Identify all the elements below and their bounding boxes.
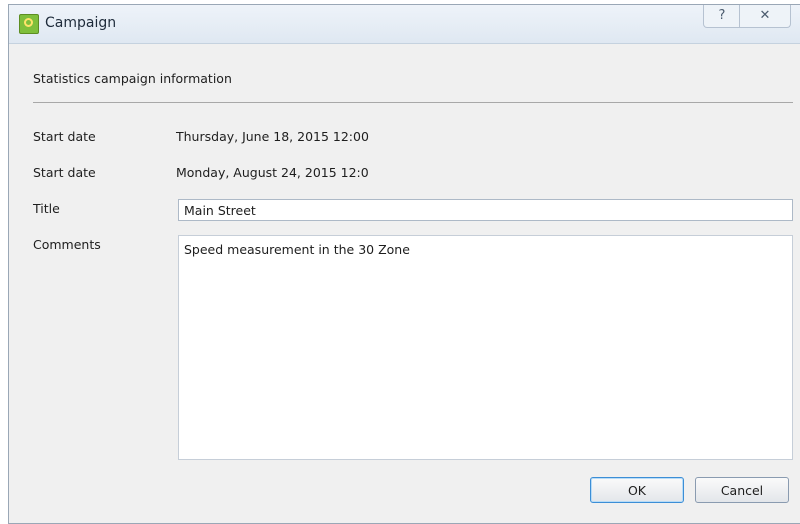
help-button[interactable]: ? bbox=[703, 5, 741, 28]
close-button[interactable]: ✕ bbox=[739, 5, 791, 28]
campaign-dialog: Campaign ? ✕ Statistics campaign informa… bbox=[8, 4, 800, 524]
start-date-value: Thursday, June 18, 2015 12:00 bbox=[176, 129, 369, 144]
title-bar: Campaign ? ✕ bbox=[9, 5, 800, 44]
app-icon bbox=[19, 14, 39, 34]
close-icon: ✕ bbox=[759, 8, 771, 23]
end-date-value: Monday, August 24, 2015 12:0 bbox=[176, 165, 369, 180]
end-date-label: Start date bbox=[33, 165, 96, 180]
comments-label: Comments bbox=[33, 237, 101, 252]
comments-textarea[interactable]: Speed measurement in the 30 Zone bbox=[178, 235, 793, 460]
ok-button[interactable]: OK bbox=[590, 477, 684, 503]
cancel-button[interactable]: Cancel bbox=[695, 477, 789, 503]
title-input[interactable] bbox=[178, 199, 793, 221]
section-header: Statistics campaign information bbox=[33, 71, 232, 86]
window-title: Campaign bbox=[45, 15, 117, 31]
start-date-label: Start date bbox=[33, 129, 96, 144]
title-label: Title bbox=[33, 201, 60, 216]
help-icon: ? bbox=[718, 8, 726, 23]
separator bbox=[33, 102, 793, 103]
